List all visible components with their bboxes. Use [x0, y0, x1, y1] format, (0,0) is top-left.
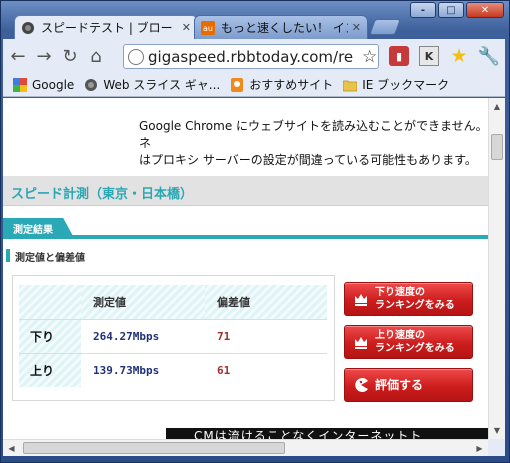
speedtest-favicon-icon [22, 21, 34, 34]
reload-icon[interactable]: ↻ [59, 45, 81, 67]
folder-icon [343, 80, 358, 91]
scrollbar-corner [488, 439, 505, 456]
bookmark-label: IE ブックマーク [362, 78, 450, 92]
results-table: 測定値 偏差値 下り 264.27Mbps 71 上り 139.73Mbps 6… [19, 285, 327, 387]
bookmark-google[interactable]: Google [13, 77, 75, 92]
minimize-button[interactable]: - [410, 2, 436, 18]
tab-title: もっと速くしたい！ イン [221, 21, 348, 35]
tab-title: スピードテスト | ブロー [41, 21, 173, 35]
window-controls: - □ ✕ [410, 2, 504, 18]
suggested-sites-icon [231, 77, 244, 92]
au-favicon-icon: au [201, 20, 215, 35]
bookmark-web-slice[interactable]: Web スライス ギャ... [84, 76, 220, 93]
bookmark-label: Google [32, 77, 75, 92]
toolbar: ← → ↻ ⌂ ☆ ▮ K ★ 🔧 [3, 39, 505, 73]
speed-value: 139.73Mbps [93, 363, 160, 377]
bookmark-label: Web スライス ギャ... [103, 78, 221, 92]
table-header-cell [19, 285, 81, 320]
subheading-marker [6, 249, 10, 262]
globe-icon [128, 48, 144, 65]
scroll-down-arrow-icon[interactable]: ▼ [489, 422, 505, 439]
table-header-row: 測定値 偏差値 [19, 285, 327, 320]
wrench-icon[interactable]: 🔧 [478, 46, 500, 67]
download-ranking-button[interactable]: 下り速度の ランキングをみる [344, 282, 473, 316]
extension-icons: ▮ K ★ 🔧 [389, 45, 500, 67]
banner-text: CMは流けることなくインターネットト [194, 429, 423, 439]
home-icon[interactable]: ⌂ [85, 45, 107, 67]
crown-icon [355, 294, 367, 306]
vertical-scrollbar[interactable]: ▲ ▼ [488, 98, 505, 439]
scroll-right-arrow-icon[interactable]: ▶ [471, 440, 488, 457]
pacman-icon [355, 378, 368, 392]
speed-heading: スピード計測（東京・日本橋） [11, 187, 194, 202]
results-tab: 測定結果 [3, 218, 73, 236]
button-label: 評価する [375, 377, 424, 392]
url-input[interactable] [148, 47, 360, 66]
rate-button[interactable]: 評価する [344, 368, 473, 402]
bookmark-ie-folder[interactable]: IE ブックマーク [343, 76, 449, 93]
tab-internet-faster[interactable]: au もっと速くしたい！ イン ✕ [194, 15, 368, 39]
flag-extension-icon[interactable]: ▮ [389, 46, 409, 66]
deviation-value: 61 [217, 363, 231, 377]
horizontal-scrollbar[interactable]: ◀ ▶ [3, 439, 488, 456]
tab-speedtest[interactable]: スピードテスト | ブロー ✕ [14, 15, 198, 39]
web-slice-icon [85, 78, 98, 91]
tab-close-icon[interactable]: ✕ [352, 21, 361, 34]
close-window-button[interactable]: ✕ [466, 2, 504, 18]
au-favicon-text: au [203, 24, 213, 33]
tab-close-icon[interactable]: ✕ [182, 21, 191, 34]
scroll-thumb[interactable] [23, 442, 285, 454]
upload-ranking-button[interactable]: 上り速度の ランキングをみる [344, 325, 473, 359]
speed-value: 264.27Mbps [81, 319, 205, 354]
button-label: 下り速度の ランキングをみる [375, 287, 455, 311]
row-label: 下り [19, 319, 81, 354]
video-banner[interactable]: CMは流けることなくインターネットト [166, 428, 488, 439]
bookmark-suggested-sites[interactable]: おすすめサイト [230, 76, 333, 93]
bookmark-star-icon[interactable]: ☆ [362, 47, 377, 67]
back-arrow-icon[interactable]: ← [7, 45, 29, 67]
bookmarks-bar: Google Web スライス ギャ... おすすめサイト IE ブックマーク [3, 73, 505, 97]
scroll-thumb[interactable] [491, 134, 503, 160]
table-header-cell: 測定値 [81, 285, 205, 320]
results-divider [3, 235, 488, 239]
deviation-value: 71 [205, 319, 327, 354]
scroll-left-arrow-icon[interactable]: ◀ [3, 440, 20, 457]
k-extension-icon[interactable]: K [419, 46, 439, 66]
forward-arrow-icon[interactable]: → [33, 45, 55, 67]
table-row: 上り 139.73Mbps 61 [19, 353, 327, 387]
table-header-cell: 偏差値 [205, 285, 327, 320]
omnibox[interactable]: ☆ [123, 44, 379, 69]
bookmark-label: おすすめサイト [249, 78, 334, 92]
star-extension-icon[interactable]: ★ [449, 45, 469, 67]
maximize-button[interactable]: □ [438, 2, 464, 18]
google-icon [13, 77, 27, 92]
page-viewport: Google Chrome にウェブサイトを読み込むことができません。ネ はプロ… [3, 98, 488, 439]
scroll-up-arrow-icon[interactable]: ▲ [489, 98, 505, 115]
subheading: 測定値と偏差値 [15, 253, 85, 264]
error-message: Google Chrome にウェブサイトを読み込むことができません。ネ はプロ… [139, 119, 488, 167]
button-label: 上り速度の ランキングをみる [375, 330, 455, 354]
crown-icon [355, 337, 367, 349]
table-row: 下り 264.27Mbps 71 [19, 319, 327, 354]
row-label: 上り [19, 353, 81, 387]
